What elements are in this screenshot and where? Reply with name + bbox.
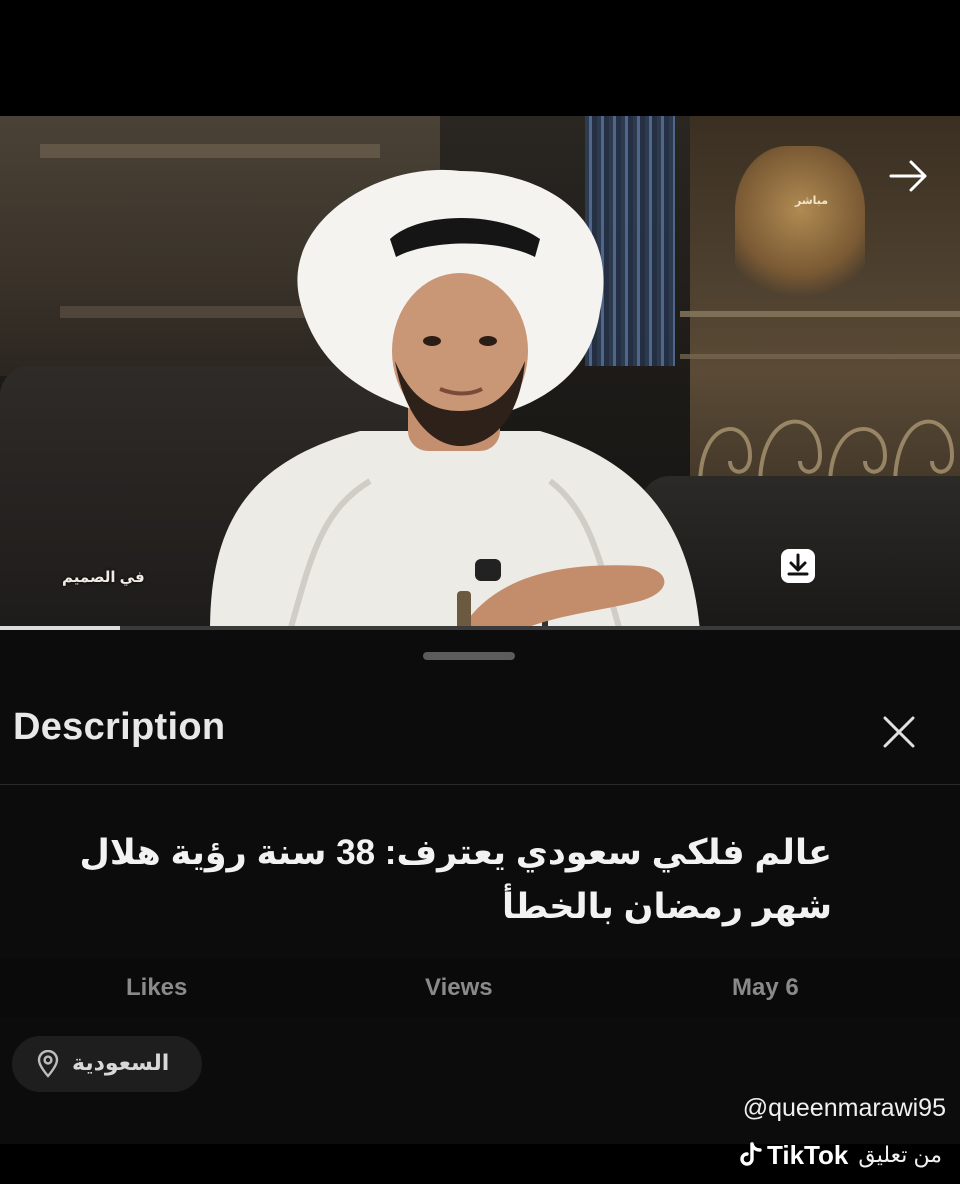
tiktok-watermark: TikTok من تعليق — [739, 1138, 942, 1172]
tiktok-logo: TikTok — [739, 1140, 848, 1171]
close-icon[interactable] — [877, 710, 921, 754]
video-presenter — [210, 169, 700, 626]
channel-watermark: في الصميم — [62, 569, 145, 586]
location-chip[interactable]: السعودية — [12, 1036, 202, 1092]
stats-row: Likes Views May 6 — [0, 958, 960, 1018]
video-caption: عالم فلكي سعودي يعترف: 38 سنة رؤية هلال … — [79, 833, 832, 926]
sheet-drag-handle[interactable] — [423, 652, 515, 660]
location-pin-icon — [37, 1050, 59, 1078]
arrow-right-icon[interactable] — [885, 156, 935, 196]
likes-stat: Likes — [126, 974, 188, 1001]
location-label: السعودية — [72, 1050, 170, 1075]
date-stat: May 6 — [732, 974, 799, 1001]
tiktok-wordmark: TikTok — [766, 1139, 849, 1170]
description-sheet: Description عالم فلكي سعودي يعترف: 38 سن… — [0, 630, 960, 1144]
live-badge: مباشر — [795, 195, 829, 207]
divider — [0, 784, 960, 785]
views-stat: Views — [425, 974, 493, 1001]
tiktok-note-icon — [740, 1142, 762, 1166]
video-player[interactable]: في الصميم مباشر — [0, 116, 960, 626]
video-background-emblem — [735, 146, 865, 306]
creator-handle: @queenmarawi95 — [742, 1094, 946, 1122]
download-icon[interactable] — [780, 548, 816, 584]
video-background-shelf — [40, 144, 380, 158]
comment-label: من تعليق — [858, 1142, 942, 1167]
sheet-title: Description — [13, 706, 226, 748]
